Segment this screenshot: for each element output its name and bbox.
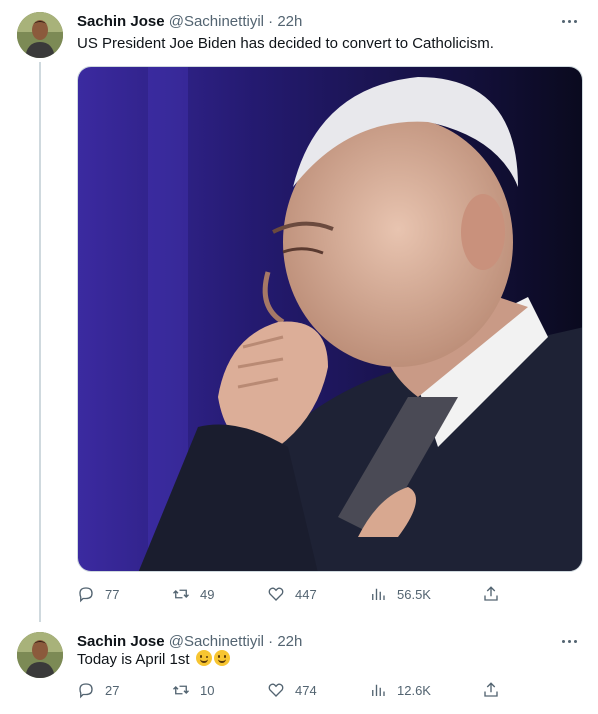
views-count: 56.5K <box>397 586 431 602</box>
share-icon <box>484 682 498 697</box>
views-icon <box>372 684 385 696</box>
winking-face-with-tongue-icon <box>195 650 212 666</box>
like-button[interactable]: 474 <box>267 680 317 700</box>
views-button[interactable]: 56.5K <box>369 584 431 604</box>
reply-count: 27 <box>105 682 120 698</box>
author-handle[interactable]: @Sachinettiyil <box>169 13 264 30</box>
more-icon[interactable] <box>558 630 580 652</box>
author-handle[interactable]: @Sachinettiyil <box>169 633 264 650</box>
tweet-photo[interactable] <box>77 66 583 572</box>
author-name[interactable]: Sachin Jose <box>77 13 165 30</box>
share-icon <box>484 586 498 601</box>
tweet[interactable]: Sachin Jose @Sachinettiyil · 22h US Pres… <box>0 0 598 622</box>
reply-icon <box>79 683 93 699</box>
tweet-header: Sachin Jose @Sachinettiyil · 22h <box>77 12 302 32</box>
author-name[interactable]: Sachin Jose <box>77 633 165 650</box>
like-icon <box>268 587 284 601</box>
timestamp[interactable]: 22h <box>277 633 302 650</box>
share-button[interactable] <box>482 680 510 700</box>
share-button[interactable] <box>482 584 510 604</box>
grinning-face-icon <box>213 650 230 666</box>
retweet-count: 10 <box>200 682 215 698</box>
timestamp[interactable]: 22h <box>277 13 302 30</box>
separator: · <box>268 13 274 30</box>
avatar[interactable] <box>17 12 63 58</box>
retweet-button[interactable]: 10 <box>172 680 214 700</box>
views-button[interactable]: 12.6K <box>369 680 431 700</box>
tweet-text: Today is April 1st <box>77 650 230 670</box>
retweet-icon <box>173 589 189 599</box>
separator: · <box>268 633 274 650</box>
like-button[interactable]: 447 <box>267 584 317 604</box>
thread-line <box>39 62 41 622</box>
tweet-text-content: Today is April 1st <box>77 651 190 668</box>
reply-button[interactable]: 77 <box>77 584 119 604</box>
views-count: 12.6K <box>397 682 431 698</box>
retweet-count: 49 <box>200 586 215 602</box>
reply-count: 77 <box>105 586 120 602</box>
like-icon <box>268 683 284 697</box>
tweet-text: US President Joe Biden has decided to co… <box>77 35 494 52</box>
tweet-header: Sachin Jose @Sachinettiyil · 22h <box>77 632 302 652</box>
more-icon[interactable] <box>558 10 580 32</box>
retweet-button[interactable]: 49 <box>172 584 214 604</box>
reply-button[interactable]: 27 <box>77 680 119 700</box>
like-count: 447 <box>295 586 317 602</box>
tweet-actions: 77 49 447 56.5K <box>77 584 517 604</box>
views-icon <box>372 588 385 600</box>
tweet[interactable]: Sachin Jose @Sachinettiyil · 22h Today i… <box>0 620 598 714</box>
like-count: 474 <box>295 682 317 698</box>
reply-icon <box>79 587 93 603</box>
retweet-icon <box>173 685 189 695</box>
avatar[interactable] <box>17 632 63 678</box>
tweet-actions: 27 10 474 12.6K <box>77 680 517 700</box>
